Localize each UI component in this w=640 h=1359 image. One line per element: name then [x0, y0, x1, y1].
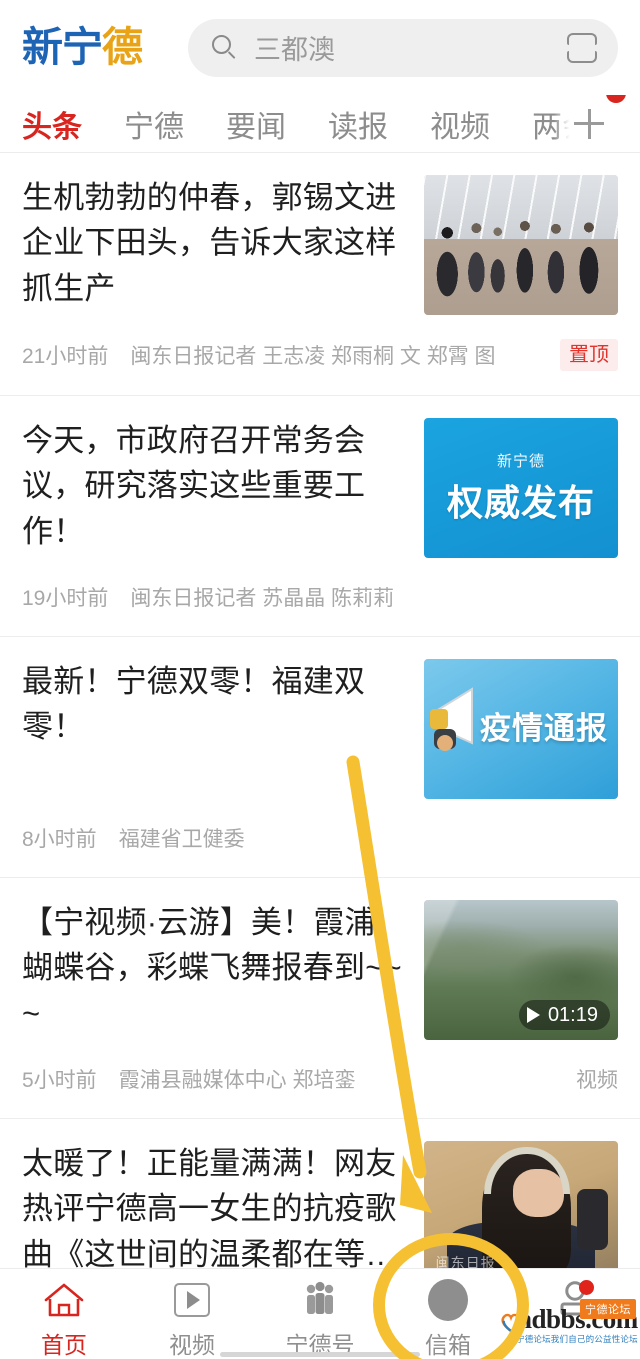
- nav-item-home[interactable]: 首页: [0, 1269, 128, 1359]
- nav-label-video: 视频: [169, 1332, 215, 1358]
- article-thumbnail[interactable]: 疫情通报: [424, 659, 618, 799]
- article-thumbnail[interactable]: [424, 175, 618, 315]
- article-card[interactable]: 最新！宁德双零！福建双零！ 疫情通报 8小时前 福建省卫健委: [0, 637, 640, 878]
- play-icon: [526, 1007, 540, 1023]
- tab-shipin[interactable]: 视频: [430, 102, 490, 146]
- people-group-icon: [298, 1278, 342, 1322]
- logo-text-main: 新宁: [22, 23, 103, 71]
- article-card[interactable]: 【宁视频·云游】美！霞浦蝴蝶谷，彩蝶飞舞报春到~~~ 01:19 5小时前 霞浦…: [0, 878, 640, 1119]
- app-root: 新宁德 三都澳 头条 宁德 要闻 读报 视频 两会: [0, 0, 640, 1359]
- bottom-navigation-bar[interactable]: 首页 视频 宁德号 信箱 ndbbs.com 宁德论坛 宁德论坛我们自己的公益性…: [0, 1268, 640, 1359]
- category-tab-bar[interactable]: 头条 宁德 要闻 读报 视频 两会: [0, 95, 640, 152]
- article-time: 8小时前: [22, 828, 97, 851]
- article-meta: 21小时前 闽东日报记者 王志凌 郑雨桐 文 郑霄 图 置顶: [22, 339, 618, 395]
- article-feed[interactable]: 生机勃勃的仲春，郭锡文进企业下田头，告诉大家这样抓生产 21小时前 闽东日报记者…: [0, 153, 640, 1333]
- article-time: 5小时前: [22, 1069, 97, 1092]
- article-type-tag: 视频: [576, 1069, 618, 1092]
- article-title: 最新！宁德双零！福建双零！: [22, 664, 366, 745]
- article-source: 闽东日报记者 苏晶晶 陈莉莉: [130, 587, 395, 610]
- tab-ningde[interactable]: 宁德: [124, 102, 184, 146]
- article-thumbnail[interactable]: 01:19: [424, 900, 618, 1040]
- article-thumbnail[interactable]: 闽东日报: [424, 1141, 618, 1281]
- scan-code-icon[interactable]: [566, 32, 598, 63]
- search-input[interactable]: 三都澳: [254, 28, 566, 67]
- pinned-badge: 置顶: [560, 339, 618, 371]
- video-icon: [170, 1278, 214, 1322]
- logo-text: 新宁德: [22, 27, 143, 68]
- girl-microphone-photo: 闽东日报: [424, 1141, 618, 1281]
- nav-item-ningdehao[interactable]: 宁德号: [256, 1269, 384, 1359]
- article-card[interactable]: 今天，市政府召开常务会议，研究落实这些重要工作！ 新宁德 权威发布 19小时前 …: [0, 396, 640, 637]
- megaphone-icon: [430, 687, 473, 751]
- home-indicator: [220, 1352, 420, 1357]
- nav-item-profile[interactable]: [512, 1269, 640, 1359]
- add-category-button[interactable]: [554, 95, 626, 152]
- epidemic-report-graphic: 疫情通报: [424, 659, 618, 799]
- tab-toutiao[interactable]: 头条: [22, 102, 82, 146]
- article-meta: 5小时前 霞浦县融媒体中心 郑培銮 视频: [22, 1064, 618, 1118]
- article-source: 霞浦县融媒体中心 郑培銮: [118, 1069, 356, 1092]
- mailbox-icon: [426, 1278, 470, 1322]
- article-time: 21小时前: [22, 345, 109, 368]
- nav-label-home: 首页: [41, 1332, 87, 1358]
- app-logo[interactable]: 新宁德: [22, 22, 162, 74]
- article-meta: 8小时前 福建省卫健委: [22, 823, 618, 877]
- app-header: 新宁德 三都澳: [0, 0, 640, 95]
- authority-release-graphic: 新宁德 权威发布: [424, 418, 618, 558]
- article-title: 生机勃勃的仲春，郭锡文进企业下田头，告诉大家这样抓生产: [22, 180, 397, 306]
- nav-item-video[interactable]: 视频: [128, 1269, 256, 1359]
- article-source: 闽东日报记者 王志凌 郑雨桐 文 郑霄 图: [130, 345, 496, 368]
- profile-icon: [554, 1278, 598, 1322]
- search-icon: [212, 34, 238, 61]
- article-title: 【宁视频·云游】美！霞浦蝴蝶谷，彩蝶飞舞报春到~~~: [22, 905, 402, 1031]
- video-duration-badge: 01:19: [518, 1000, 610, 1030]
- article-title: 今天，市政府召开常务会议，研究落实这些重要工作！: [22, 423, 366, 549]
- article-meta: 19小时前 闽东日报记者 苏晶晶 陈莉莉: [22, 582, 618, 636]
- article-source: 福建省卫健委: [118, 828, 245, 851]
- search-bar[interactable]: 三都澳: [188, 18, 618, 77]
- article-title: 太暖了！正能量满满！网友热评宁德高一女生的抗疫歌曲《这世间的温柔都在等…: [22, 1146, 397, 1272]
- tab-yaowen[interactable]: 要闻: [226, 102, 286, 146]
- nav-item-mailbox[interactable]: 信箱: [384, 1269, 512, 1359]
- tab-dubao[interactable]: 读报: [328, 102, 388, 146]
- plus-icon[interactable]: [574, 108, 604, 139]
- logo-text-accent: 德: [102, 23, 143, 71]
- greenhouse-officials-photo: [424, 175, 618, 315]
- home-icon: [42, 1278, 86, 1322]
- video-duration: 01:19: [547, 1003, 598, 1026]
- thumb-brand-text: 新宁德: [496, 453, 545, 470]
- add-category-badge: [606, 95, 626, 103]
- profile-badge: [579, 1280, 594, 1295]
- nav-label-mailbox: 信箱: [425, 1332, 471, 1358]
- article-card[interactable]: 生机勃勃的仲春，郭锡文进企业下田头，告诉大家这样抓生产 21小时前 闽东日报记者…: [0, 153, 640, 396]
- article-time: 19小时前: [22, 587, 109, 610]
- thumb-headline-text: 权威发布: [446, 482, 595, 523]
- article-thumbnail[interactable]: 新宁德 权威发布: [424, 418, 618, 558]
